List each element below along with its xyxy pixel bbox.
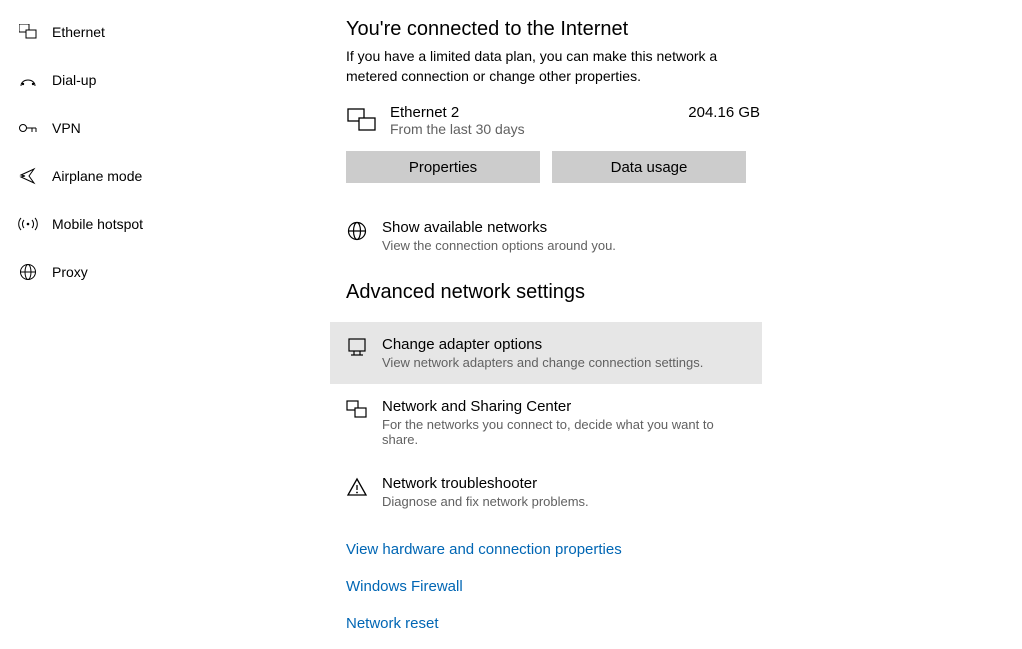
sidebar-item-label: Mobile hotspot: [52, 216, 143, 232]
link-windows-firewall[interactable]: Windows Firewall: [346, 578, 992, 595]
dialup-icon: [18, 70, 38, 90]
connection-name: Ethernet 2: [390, 104, 525, 121]
status-subtext: If you have a limited data plan, you can…: [346, 47, 766, 86]
ethernet-icon: [18, 22, 38, 42]
sidebar-item-label: Proxy: [52, 264, 88, 280]
sidebar-item-proxy[interactable]: Proxy: [0, 250, 320, 294]
links: View hardware and connection properties …: [346, 541, 992, 632]
main-content: You're connected to the Internet If you …: [320, 0, 1022, 649]
proxy-icon: [18, 262, 38, 282]
adapter-icon: [346, 337, 368, 359]
adv-sub: View network adapters and change connect…: [382, 355, 703, 370]
show-networks-sub: View the connection options around you.: [382, 238, 616, 253]
data-usage-button[interactable]: Data usage: [552, 151, 746, 183]
link-hardware-properties[interactable]: View hardware and connection properties: [346, 541, 992, 558]
adv-title: Change adapter options: [382, 336, 703, 353]
status-title: You're connected to the Internet: [346, 18, 992, 41]
warning-icon: [346, 476, 368, 498]
network-troubleshooter[interactable]: Network troubleshooter Diagnose and fix …: [330, 461, 762, 523]
sidebar-item-label: Dial-up: [52, 72, 96, 88]
sidebar-item-airplane[interactable]: Airplane mode: [0, 154, 320, 198]
adv-title: Network and Sharing Center: [382, 398, 746, 415]
hotspot-icon: [18, 214, 38, 234]
airplane-icon: [18, 166, 38, 186]
vpn-icon: [18, 118, 38, 138]
adv-sub: For the networks you connect to, decide …: [382, 417, 746, 447]
show-available-networks[interactable]: Show available networks View the connect…: [346, 219, 992, 253]
sidebar-item-label: VPN: [52, 120, 81, 136]
network-sharing-center[interactable]: Network and Sharing Center For the netwo…: [330, 384, 762, 461]
connection-subtext: From the last 30 days: [390, 121, 525, 137]
sidebar-item-ethernet[interactable]: Ethernet: [0, 10, 320, 54]
ethernet-large-icon: [346, 106, 378, 134]
connection-usage: 204.16 GB: [688, 104, 760, 137]
sidebar-item-hotspot[interactable]: Mobile hotspot: [0, 202, 320, 246]
adv-title: Network troubleshooter: [382, 475, 589, 492]
sidebar-item-dialup[interactable]: Dial-up: [0, 58, 320, 102]
connection-row[interactable]: Ethernet 2 From the last 30 days 204.16 …: [346, 104, 992, 137]
sharing-icon: [346, 399, 368, 421]
properties-button[interactable]: Properties: [346, 151, 540, 183]
sidebar-item-label: Airplane mode: [52, 168, 142, 184]
link-network-reset[interactable]: Network reset: [346, 615, 992, 632]
sidebar-item-vpn[interactable]: VPN: [0, 106, 320, 150]
sidebar: Ethernet Dial-up VPN Airplane mode Mobil…: [0, 0, 320, 649]
globe-icon: [346, 220, 368, 242]
show-networks-title: Show available networks: [382, 219, 616, 236]
sidebar-item-label: Ethernet: [52, 24, 105, 40]
change-adapter-options[interactable]: Change adapter options View network adap…: [330, 322, 762, 384]
advanced-section-title: Advanced network settings: [346, 281, 992, 304]
adv-sub: Diagnose and fix network problems.: [382, 494, 589, 509]
